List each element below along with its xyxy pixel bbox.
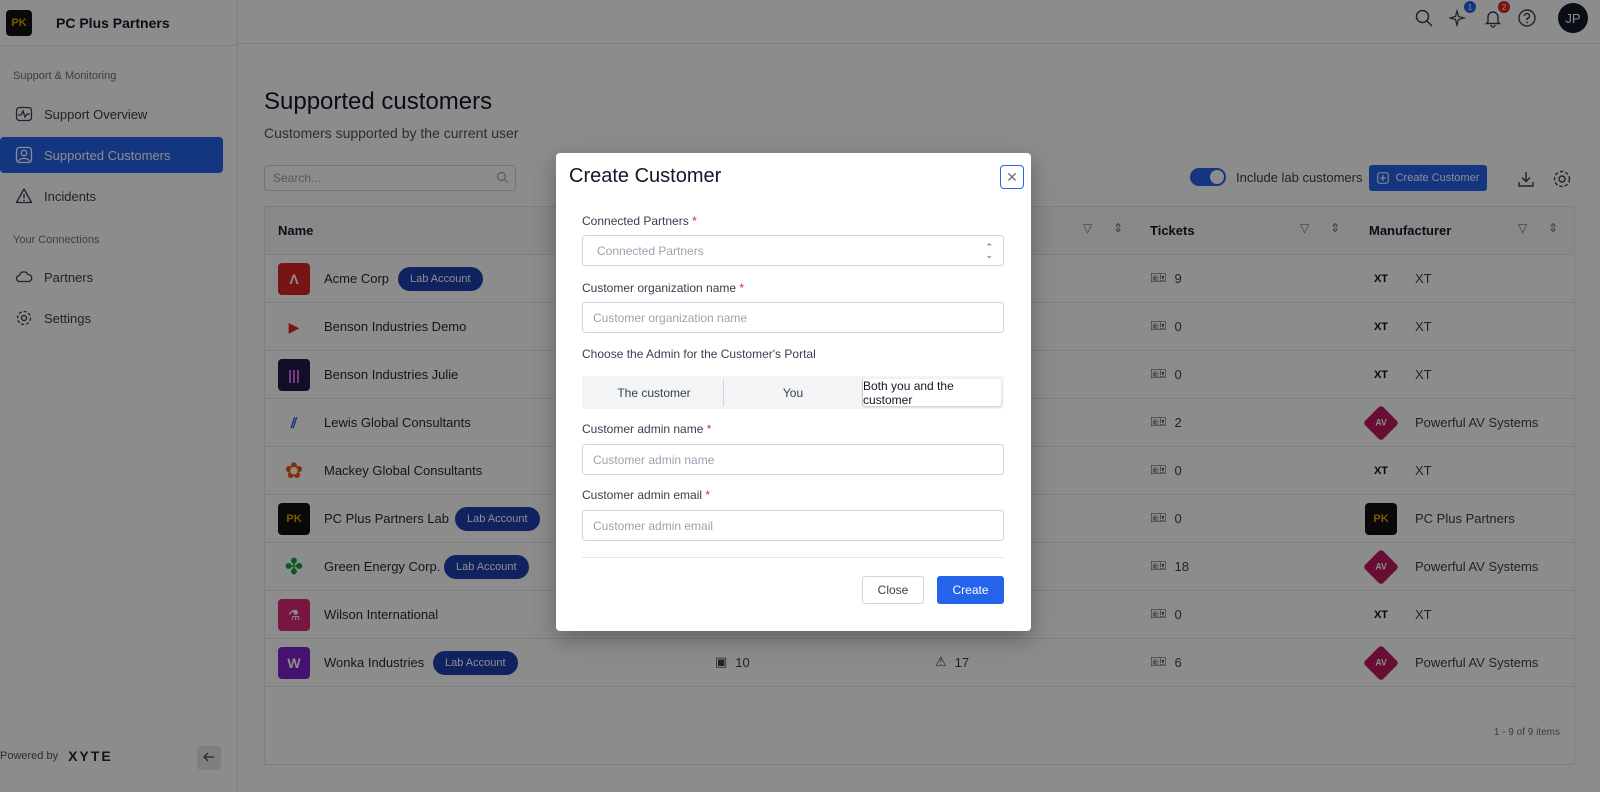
admin-email-placeholder: Customer admin email [593,518,714,533]
connected-partners-select[interactable]: Connected Partners ⌃ ⌄ [582,235,1004,266]
label-text: Customer organization name [582,281,737,295]
admin-email-field[interactable]: Customer admin email [582,510,1004,541]
admin-email-label: Customer admin email * [582,488,710,502]
admin-choice-segmented: The customer You Both you and the custom… [582,376,1004,409]
admin-option-you[interactable]: You [724,379,863,406]
org-name-field[interactable]: Customer organization name [582,302,1004,333]
required-mark: * [706,422,712,436]
label-text: Customer admin email [582,488,703,502]
admin-option-customer[interactable]: The customer [585,379,724,406]
org-name-placeholder: Customer organization name [593,310,748,325]
connected-partners-label: Connected Partners * [582,214,697,228]
create-customer-modal: Create Customer ✕ Connected Partners * C… [556,153,1031,631]
required-mark: * [692,214,697,228]
modal-title: Create Customer [569,165,722,187]
required-mark: * [705,488,711,502]
admin-name-label: Customer admin name * [582,422,711,436]
label-text: Connected Partners [582,214,689,228]
admin-name-field[interactable]: Customer admin name [582,444,1004,475]
modal-divider [582,557,1004,558]
label-text: Customer admin name [582,422,704,436]
admin-option-both[interactable]: Both you and the customer [863,379,1001,407]
close-icon[interactable]: ✕ [1000,165,1024,189]
close-button[interactable]: Close [862,576,924,604]
chevron-up-down-icon: ⌃ ⌄ [985,242,993,260]
required-mark: * [739,281,745,295]
connected-partners-placeholder: Connected Partners [597,243,704,258]
admin-choice-label: Choose the Admin for the Customer's Port… [582,347,816,361]
org-name-label: Customer organization name * [582,281,744,295]
create-button[interactable]: Create [937,576,1004,604]
admin-name-placeholder: Customer admin name [593,452,715,467]
